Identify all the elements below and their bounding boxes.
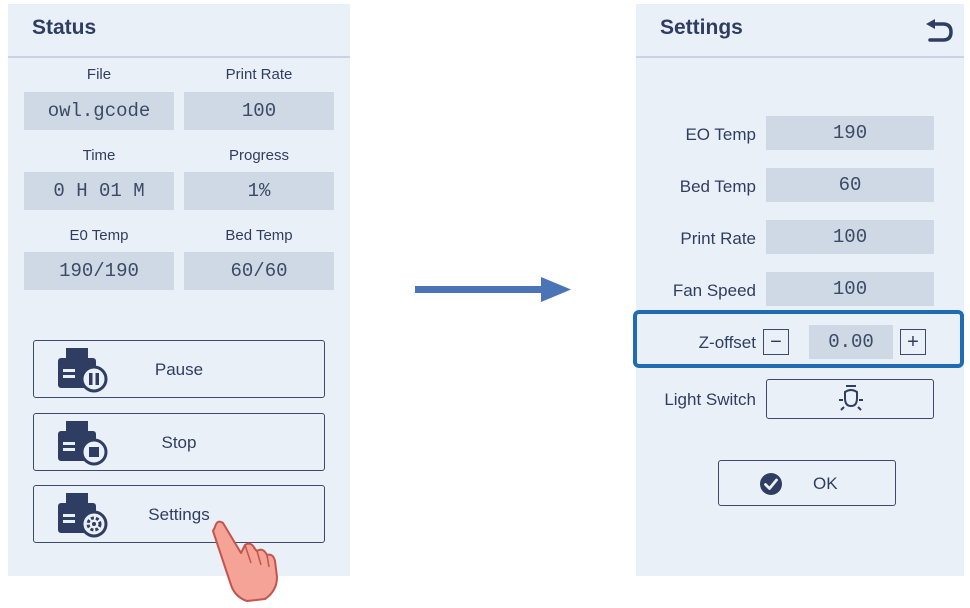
bed-temp-value[interactable]: 60 bbox=[766, 168, 934, 202]
light-switch-label: Light Switch bbox=[664, 390, 756, 409]
bed-temp-label: Bed Temp bbox=[225, 227, 293, 244]
ok-label: OK bbox=[813, 474, 838, 493]
eo-temp-label: EO Temp bbox=[685, 125, 756, 144]
status-title: Status bbox=[32, 16, 97, 39]
light-bulb-icon bbox=[837, 384, 865, 419]
e0-temp-value: 190/190 bbox=[24, 252, 174, 290]
status-panel: Status File Print Rate owl.gcode 100 Tim… bbox=[8, 4, 350, 576]
time-value: 0 H 01 M bbox=[24, 172, 174, 210]
fan-speed-label: Fan Speed bbox=[672, 281, 756, 300]
time-label: Time bbox=[82, 147, 116, 164]
print-rate-label: Print Rate bbox=[225, 66, 293, 83]
print-rate-value: 100 bbox=[184, 92, 334, 130]
file-value: owl.gcode bbox=[24, 92, 174, 130]
print-rate-setting-label: Print Rate bbox=[680, 229, 756, 248]
eo-temp-value[interactable]: 190 bbox=[766, 116, 934, 150]
pause-button[interactable]: Pause bbox=[33, 340, 325, 398]
settings-panel: Settings EO Temp 190 Bed Temp 60 Print R… bbox=[636, 4, 964, 576]
check-circle-icon bbox=[759, 472, 783, 501]
bed-temp-label: Bed Temp bbox=[679, 177, 756, 196]
progress-value: 1% bbox=[184, 172, 334, 210]
file-label: File bbox=[86, 66, 112, 83]
stop-button[interactable]: Stop bbox=[33, 413, 325, 471]
e0-temp-label: E0 Temp bbox=[69, 227, 129, 244]
progress-label: Progress bbox=[228, 147, 290, 164]
pause-label: Pause bbox=[154, 360, 204, 379]
z-offset-highlight bbox=[633, 310, 964, 368]
ok-button[interactable]: OK bbox=[718, 460, 896, 506]
stop-label: Stop bbox=[161, 433, 197, 452]
bed-temp-value: 60/60 bbox=[184, 252, 334, 290]
fan-speed-value[interactable]: 100 bbox=[766, 272, 934, 306]
settings-title: Settings bbox=[660, 16, 743, 39]
pointing-hand-icon bbox=[205, 515, 285, 603]
back-arrow-icon[interactable] bbox=[924, 19, 954, 45]
print-rate-setting-value[interactable]: 100 bbox=[766, 220, 934, 254]
status-header: Status bbox=[8, 4, 350, 58]
settings-header: Settings bbox=[636, 4, 964, 58]
light-switch-button[interactable] bbox=[766, 379, 934, 419]
flow-arrow-icon bbox=[415, 277, 575, 303]
